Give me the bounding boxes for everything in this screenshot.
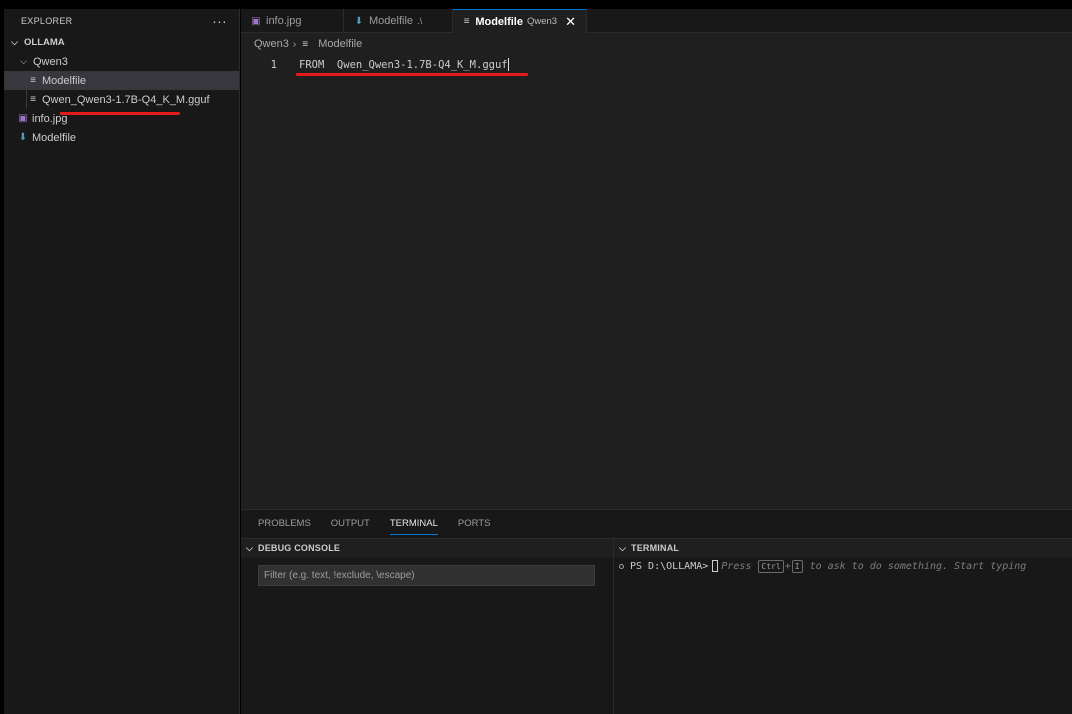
tab-output[interactable]: OUTPUT	[331, 514, 370, 533]
tree-item-label: Modelfile	[32, 131, 77, 144]
tab-label: info.jpg	[266, 15, 302, 27]
hint-rest: to ask to do something. Start typing	[809, 560, 1027, 572]
hint-press: Press	[721, 560, 752, 572]
image-icon: ▣	[251, 15, 261, 27]
tree-root-ollama[interactable]: ⌵ OLLAMA	[4, 33, 239, 52]
explorer-header: EXPLORER ···	[4, 9, 239, 33]
terminal-prompt-line[interactable]: PS D:\OLLAMA> Press Ctrl + I to ask to do …	[619, 558, 1026, 574]
tab-modelfile-qwen3[interactable]: ≡ Modelfile Qwen3 ✕	[453, 9, 587, 33]
chevron-down-icon: ⌵	[20, 56, 27, 66]
text-cursor	[507, 58, 509, 71]
window-top-bar	[0, 0, 1072, 9]
debug-console-header[interactable]: ⌵ DEBUG CONSOLE	[241, 538, 613, 557]
tab-description: .\	[417, 15, 423, 27]
lines-icon: ≡	[302, 38, 309, 50]
tab-ports[interactable]: PORTS	[458, 514, 491, 533]
editor-area: ▣ info.jpg ⬇ Modelfile .\ ≡ Modelfile Qw…	[241, 9, 1072, 509]
tree-item-label: Modelfile	[42, 74, 87, 87]
editor-tab-bar: ▣ info.jpg ⬇ Modelfile .\ ≡ Modelfile Qw…	[241, 9, 1072, 33]
red-annotation-underline	[296, 73, 528, 76]
terminal-header[interactable]: ⌵ TERMINAL	[614, 538, 1072, 557]
chevron-down-icon: ⌵	[618, 542, 627, 553]
kbd-i: I	[791, 559, 803, 573]
more-actions-icon[interactable]: ···	[212, 13, 227, 29]
chevron-down-icon: ⌵	[11, 37, 18, 47]
tab-problems[interactable]: PROBLEMS	[258, 514, 311, 533]
bottom-panel: PROBLEMS OUTPUT TERMINAL PORTS ⌵ DEBUG C…	[241, 509, 1072, 714]
tree-root-label: OLLAMA	[24, 37, 65, 48]
terminal-cursor	[712, 560, 719, 572]
debug-console-title: DEBUG CONSOLE	[258, 543, 341, 553]
tab-info-jpg[interactable]: ▣ info.jpg	[241, 9, 344, 33]
panel-tab-bar: PROBLEMS OUTPUT TERMINAL PORTS	[241, 510, 1072, 537]
close-icon[interactable]: ✕	[565, 14, 576, 30]
tab-terminal[interactable]: TERMINAL	[389, 514, 438, 535]
explorer-sidebar: EXPLORER ··· ⌵ OLLAMA ⌵ Qwen3 ≡ Modelfil…	[4, 9, 240, 714]
image-icon: ▣	[18, 113, 28, 124]
lines-icon: ≡	[463, 16, 470, 27]
tree-file-qwen3-modelfile[interactable]: ≡ Modelfile	[4, 71, 239, 90]
tree-file-gguf[interactable]: ≡ Qwen_Qwen3-1.7B-Q4_K_M.gguf	[4, 90, 239, 109]
code-text[interactable]: FROM Qwen_Qwen3-1.7B-Q4_K_M.gguf	[299, 59, 508, 71]
terminal-hint: Press Ctrl + I to ask to do something. Sta…	[721, 559, 1027, 573]
tab-modelfile-root[interactable]: ⬇ Modelfile .\	[344, 9, 453, 33]
download-arrow-icon: ⬇	[354, 15, 364, 27]
lines-icon: ≡	[30, 94, 36, 105]
breadcrumb-file[interactable]: Modelfile	[318, 38, 362, 50]
tab-label: Modelfile	[475, 15, 523, 28]
terminal-title: TERMINAL	[631, 543, 680, 553]
indent-guide	[26, 90, 27, 109]
lines-icon: ≡	[30, 75, 36, 86]
tree-item-label: Qwen_Qwen3-1.7B-Q4_K_M.gguf	[42, 93, 210, 106]
chevron-right-icon: ›	[292, 38, 297, 50]
tab-description: Qwen3	[526, 16, 558, 27]
red-annotation-underline	[60, 112, 180, 115]
breadcrumb: Qwen3 › ≡ Modelfile	[241, 33, 1072, 55]
breadcrumb-folder[interactable]: Qwen3	[254, 38, 289, 50]
download-arrow-icon: ⬇	[18, 132, 28, 143]
command-decoration-icon	[619, 563, 624, 569]
panel-divider[interactable]	[613, 538, 614, 714]
chevron-down-icon: ⌵	[245, 542, 254, 553]
tree-item-label: Qwen3	[33, 55, 68, 68]
debug-filter-input[interactable]	[258, 565, 595, 586]
explorer-title: EXPLORER	[21, 16, 73, 26]
tree-file-root-modelfile[interactable]: ⬇ Modelfile	[4, 128, 239, 147]
hint-plus: +	[784, 560, 791, 572]
line-number: 1	[270, 58, 277, 71]
terminal-prompt: PS D:\OLLAMA>	[630, 560, 709, 572]
kbd-ctrl: Ctrl	[758, 559, 784, 573]
tab-label: Modelfile	[369, 15, 414, 27]
indent-guide	[26, 71, 27, 90]
code-line[interactable]: 1 FROM Qwen_Qwen3-1.7B-Q4_K_M.gguf	[241, 55, 1072, 74]
tree-folder-qwen3[interactable]: ⌵ Qwen3	[4, 52, 239, 71]
